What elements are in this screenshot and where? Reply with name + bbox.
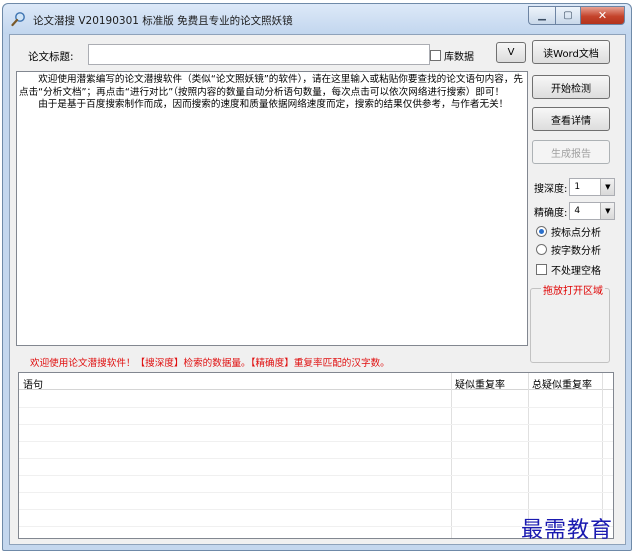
minimize-icon: ▁ xyxy=(538,10,546,21)
precision-label: 精确度: xyxy=(534,207,568,219)
status-message: 欢迎使用论文潜搜软件！【搜深度】检索的数据量。【精确度】重复率匹配的汉字数。 xyxy=(30,358,390,369)
content-textarea[interactable]: 欢迎使用潜紫编写的论文潜搜软件（类似“论文照妖镜”的软件），请在这里输入或粘贴你… xyxy=(16,71,528,346)
option-punct-label: 按标点分析 xyxy=(551,228,601,239)
start-check-button[interactable]: 开始检测 xyxy=(532,75,610,99)
column-header-sentence[interactable]: 语句 xyxy=(23,376,43,391)
disclaimer-paragraph: 由于是基于百度搜索制作而成，因而搜索的速度和质量依据网络速度而定，搜索的结果仅供… xyxy=(38,99,509,110)
row-divider xyxy=(19,424,613,425)
option-chars-label: 按字数分析 xyxy=(551,246,601,257)
column-header-similarity[interactable]: 疑似重复率 xyxy=(455,376,505,391)
radio-chars[interactable] xyxy=(536,244,547,255)
row-divider xyxy=(19,407,613,408)
chevron-down-icon[interactable]: ▼ xyxy=(600,179,615,195)
row-divider xyxy=(19,441,613,442)
row-divider xyxy=(19,458,613,459)
window-controls: ▁ ▢ ✕ xyxy=(528,6,625,25)
option-chars[interactable]: 按字数分析 xyxy=(536,242,601,257)
magnifier-icon xyxy=(11,12,25,27)
drop-area[interactable]: 拖放打开区域 xyxy=(530,282,610,363)
depth-label: 搜深度: xyxy=(534,183,568,195)
option-punct[interactable]: 按标点分析 xyxy=(536,224,601,239)
watermark: 最需教育 xyxy=(521,518,614,543)
precision-select[interactable]: 4 ▼ xyxy=(569,202,616,220)
depth-row: 搜深度: 1 ▼ xyxy=(534,178,616,196)
table-header: 语句 疑似重复率 总疑似重复率 xyxy=(19,373,613,391)
title-bar[interactable]: 论文潜搜 V20190301 标准版 免费且专业的论文照妖镜 ▁ ▢ ✕ xyxy=(3,4,631,34)
row-divider xyxy=(19,475,613,476)
depth-select[interactable]: 1 ▼ xyxy=(569,178,616,196)
close-button[interactable]: ✕ xyxy=(580,6,625,25)
maximize-button[interactable]: ▢ xyxy=(555,6,580,25)
column-header-total-similarity[interactable]: 总疑似重复率 xyxy=(532,376,592,391)
no-space-checkbox[interactable] xyxy=(536,264,547,275)
option-no-space[interactable]: 不处理空格 xyxy=(536,262,601,277)
intro-paragraph: 欢迎使用潜紫编写的论文潜搜软件（类似“论文照妖镜”的软件），请在这里输入或粘贴你… xyxy=(19,74,524,98)
library-checkbox[interactable] xyxy=(430,50,441,61)
minimize-button[interactable]: ▁ xyxy=(528,6,555,25)
window-title: 论文潜搜 V20190301 标准版 免费且专业的论文照妖镜 xyxy=(33,15,293,27)
client-area: 论文标题: 库数据 V 欢迎使用潜紫编写的论文潜搜软件（类似“论文照妖镜”的软件… xyxy=(9,34,626,545)
option-no-space-label: 不处理空格 xyxy=(551,266,601,277)
read-word-button[interactable]: 读Word文档 xyxy=(532,40,610,64)
row-divider xyxy=(19,492,613,493)
radio-punct[interactable] xyxy=(536,226,547,237)
paper-title-input[interactable] xyxy=(88,44,430,65)
library-checkbox-row[interactable]: 库数据 xyxy=(430,48,474,63)
precision-value: 4 xyxy=(574,206,581,216)
v-button[interactable]: V xyxy=(496,42,526,63)
column-divider xyxy=(451,373,452,538)
app-window: 论文潜搜 V20190301 标准版 免费且专业的论文照妖镜 ▁ ▢ ✕ 论文标… xyxy=(2,3,632,551)
generate-report-button[interactable]: 生成报告 xyxy=(532,140,610,164)
precision-row: 精确度: 4 ▼ xyxy=(534,202,616,220)
paper-title-label: 论文标题: xyxy=(28,51,74,63)
view-detail-button[interactable]: 查看详情 xyxy=(532,107,610,131)
chevron-down-icon[interactable]: ▼ xyxy=(600,203,615,219)
depth-value: 1 xyxy=(574,182,581,192)
row-divider xyxy=(19,509,613,510)
drop-area-label: 拖放打开区域 xyxy=(541,282,605,297)
maximize-icon: ▢ xyxy=(563,10,573,21)
close-icon: ✕ xyxy=(597,9,608,22)
library-checkbox-label: 库数据 xyxy=(444,52,474,63)
